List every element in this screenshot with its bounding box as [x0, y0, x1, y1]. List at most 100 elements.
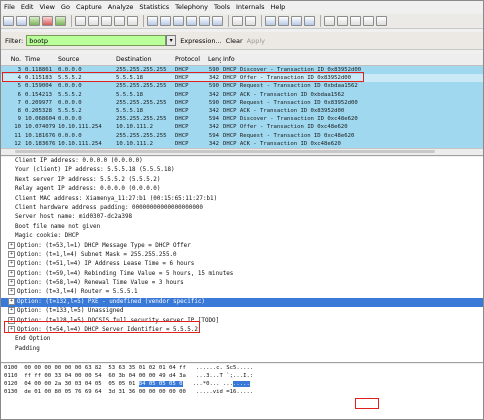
packet-row[interactable]: 5 0.159004 0.0.0.0 255.255.255.255 DHCP 590 DH… [1, 82, 483, 91]
detail-line[interactable]: Client MAC address: Xiamenya_11:27:b1 (0… [1, 195, 483, 204]
menu-help[interactable]: Help [267, 3, 288, 11]
print-icon[interactable] [127, 16, 138, 26]
capture-options-icon[interactable] [16, 16, 27, 26]
menu-internals[interactable]: Internals [233, 3, 267, 11]
detail-line[interactable]: Relay agent IP address: 0.0.0.0 (0.0.0.0… [1, 185, 483, 194]
detail-line[interactable]: Magic cookie: DHCP [1, 232, 483, 241]
expand-icon[interactable]: + [8, 269, 15, 277]
filter-label: Filter: [5, 36, 24, 45]
filter-input[interactable]: bootp [26, 35, 167, 46]
colorize-icon[interactable] [232, 16, 243, 26]
stop-capture-icon[interactable] [42, 16, 53, 26]
menu-go[interactable]: Go [58, 3, 73, 11]
expand-icon[interactable]: + [8, 297, 15, 305]
menu-analyze[interactable]: Analyze [105, 3, 137, 11]
go-to-packet-icon[interactable] [186, 16, 197, 26]
menu-tools[interactable]: Tools [211, 3, 233, 11]
interfaces-icon[interactable] [3, 16, 14, 26]
expand-icon[interactable]: + [8, 241, 15, 249]
coloring-rules-icon[interactable] [350, 16, 361, 26]
open-file-icon[interactable] [75, 16, 86, 26]
hex-line[interactable]: 0100 00 00 00 00 00 00 63 82 53 63 35 01… [1, 364, 483, 372]
column-header-info[interactable]: Info [221, 56, 483, 63]
column-header-no[interactable]: No. [1, 56, 23, 63]
option-row[interactable]: + Option: (t=128,l=5) DOCSIS full securit… [1, 316, 483, 326]
expand-icon[interactable]: + [8, 326, 15, 334]
menu-view[interactable]: View [36, 3, 57, 11]
packet-row[interactable]: 9 10.068604 0.0.0.0 255.255.255.255 DHCP 594 D… [1, 115, 483, 124]
last-packet-icon[interactable] [212, 16, 223, 26]
find-packet-icon[interactable] [147, 16, 158, 26]
detail-line[interactable]: Next server IP address: 5.5.5.2 (5.5.5.2… [1, 176, 483, 185]
hex-line[interactable]: 0110 ff ff 00 33 04 00 00 54 60 3b 04 00… [1, 372, 483, 380]
expand-icon[interactable]: + [8, 307, 15, 315]
detail-line[interactable]: Your (client) IP address: 5.5.5.18 (5.5.… [1, 166, 483, 175]
column-header-source[interactable]: Source [56, 56, 114, 63]
option-row-selected[interactable]: + Option: (t=132,l=5) PXE - undefined (ve… [1, 297, 483, 308]
hex-line[interactable]: 0120 04 00 00 2a 30 03 04 05 05 05 01 84… [1, 380, 483, 388]
option-row[interactable]: + Option: (t=59,l=4) Rebinding Time Value… [1, 269, 483, 279]
menu-statistics[interactable]: Statistics [136, 3, 172, 11]
zoom-normal-icon[interactable] [291, 16, 302, 26]
preferences-icon[interactable] [363, 16, 374, 26]
expand-icon[interactable]: + [8, 250, 15, 258]
option-row[interactable]: + Option: (t=1,l=4) Subnet Mask = 255.255… [1, 250, 483, 260]
option-row[interactable]: + Option: (t=3,l=4) Router = 5.5.5.1 [1, 288, 483, 297]
column-header-protocol[interactable]: Protocol [173, 56, 206, 63]
packet-row[interactable]: 12 10.183676 10.10.111.254 10.10.111.2 DHCP 3… [1, 139, 483, 148]
end-option-line[interactable]: End Option [1, 335, 483, 344]
apply-button[interactable]: Apply [247, 37, 265, 45]
zoom-out-icon[interactable] [278, 16, 289, 26]
display-filters-icon[interactable] [337, 16, 348, 26]
first-packet-icon[interactable] [199, 16, 210, 26]
packet-row[interactable]: 7 0.209977 0.0.0.0 255.255.255.255 DHCP 590 DH… [1, 98, 483, 107]
expand-icon[interactable]: + [8, 260, 15, 268]
expand-icon[interactable]: + [8, 316, 15, 324]
resize-columns-icon[interactable] [304, 16, 315, 26]
clear-button[interactable]: Clear [226, 37, 243, 45]
packet-row[interactable]: 11 10.181676 0.0.0.0 255.255.255.255 DHCP 594… [1, 131, 483, 140]
option-row[interactable]: + Option: (t=133,l=5) Unassigned [1, 307, 483, 316]
autoscroll-icon[interactable] [245, 16, 256, 26]
expression-button[interactable]: Expression... [180, 37, 221, 45]
detail-line[interactable]: Client hardware address padding: 0000000… [1, 204, 483, 213]
packet-row[interactable]: 10 10.074079 10.10.111.254 10.10.111.2 DHCP 3… [1, 123, 483, 132]
detail-line[interactable]: Server host name: mid0307-dc2a398 [1, 213, 483, 222]
option-row[interactable]: + Option: (t=54,l=4) DHCP Server Identifi… [1, 326, 483, 335]
start-capture-icon[interactable] [29, 16, 40, 26]
packet-row-selected[interactable]: 4 0.115183 5.5.5.2 5.5.5.18 DHCP 342 DHCP Offe… [1, 74, 483, 83]
detail-line[interactable]: Client IP address: 0.0.0.0 (0.0.0.0) [1, 157, 483, 166]
packet-row[interactable]: 6 0.154213 5.5.5.2 5.5.5.18 DHCP 342 DHCP ACK … [1, 90, 483, 99]
option-row[interactable]: + Option: (t=53,l=1) DHCP Message Type = … [1, 241, 483, 251]
menu-capture[interactable]: Capture [73, 3, 105, 11]
detail-line[interactable]: Boot file name not given [1, 223, 483, 232]
capture-filters-icon[interactable] [324, 16, 335, 26]
cell-length: 342 [208, 107, 219, 114]
option-row[interactable]: + Option: (t=51,l=4) IP Address Lease Tim… [1, 260, 483, 269]
filter-dropdown-icon[interactable]: ▾ [166, 35, 177, 46]
column-header-destination[interactable]: Destination [114, 56, 173, 63]
cell-length: 342 [208, 124, 219, 131]
restart-capture-icon[interactable] [55, 16, 66, 26]
close-file-icon[interactable] [101, 16, 112, 26]
packet-row[interactable]: 8 0.205328 5.5.5.2 5.5.5.18 DHCP 342 DHCP ACK … [1, 106, 483, 116]
scrollbar-thumb[interactable] [15, 150, 435, 153]
packet-row[interactable]: 3 0.118861 0.0.0.0 255.255.255.255 DHCP 590 DH… [1, 66, 483, 75]
option-row[interactable]: + Option: (t=58,l=4) Renewal Time Value =… [1, 279, 483, 288]
padding-line[interactable]: Padding [1, 345, 483, 354]
menu-telephony[interactable]: Telephony [172, 3, 211, 11]
menu-edit[interactable]: Edit [18, 3, 37, 11]
zoom-in-icon[interactable] [265, 16, 276, 26]
column-header-time[interactable]: Time [23, 56, 56, 63]
column-header-length[interactable]: Length [206, 56, 221, 63]
help-icon[interactable] [376, 16, 387, 26]
expand-icon[interactable]: + [8, 288, 15, 296]
reload-icon[interactable] [114, 16, 125, 26]
go-forward-icon[interactable] [173, 16, 184, 26]
go-back-icon[interactable] [160, 16, 171, 26]
packet-list-scrollbar[interactable] [1, 148, 483, 155]
expand-icon[interactable]: + [8, 279, 15, 287]
menu-file[interactable]: File [1, 3, 18, 11]
hex-line[interactable]: 0130 de 01 00 80 05 76 69 64 3d 31 36 00… [1, 388, 483, 396]
save-file-icon[interactable] [88, 16, 99, 26]
